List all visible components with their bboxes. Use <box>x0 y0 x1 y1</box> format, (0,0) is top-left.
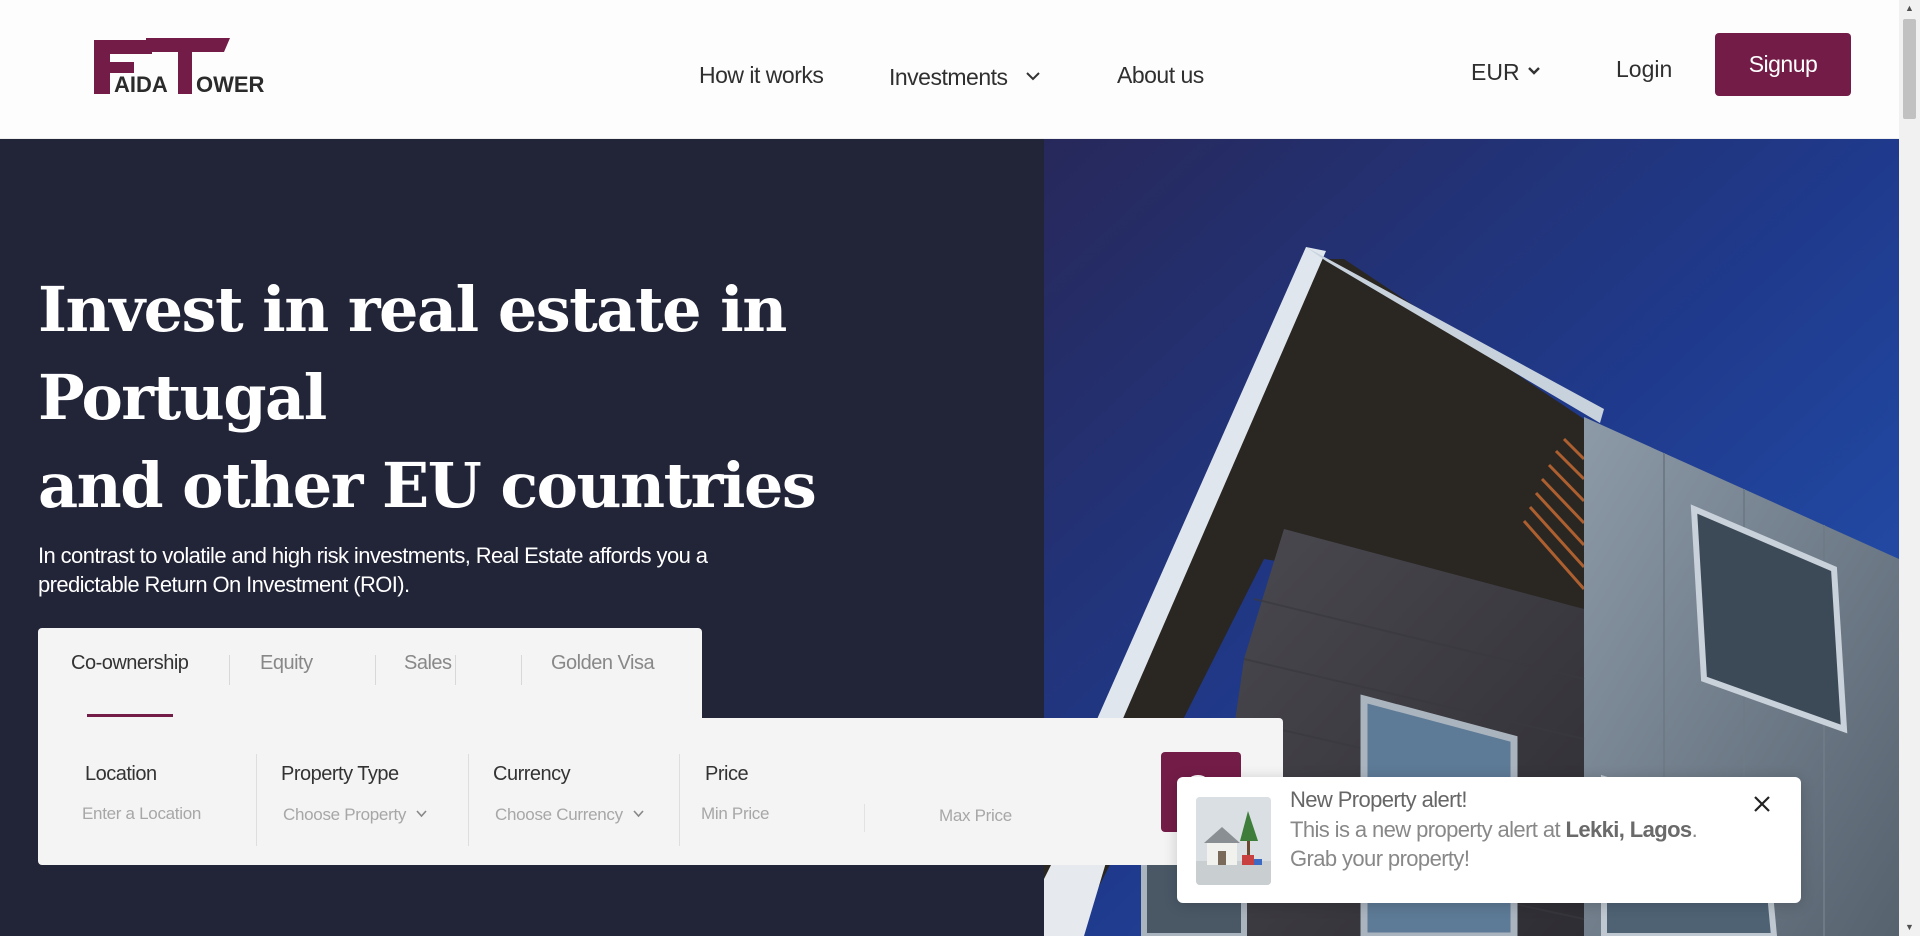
active-tab-indicator <box>87 714 173 717</box>
site-header: AIDA OWER How it works Investments About… <box>0 0 1899 139</box>
tab-divider <box>521 655 522 685</box>
chevron-down-icon <box>633 804 644 818</box>
close-icon[interactable] <box>1749 791 1775 817</box>
property-type-select[interactable]: Choose Property <box>283 804 427 825</box>
notification-body: This is a new property alert at Lekki, L… <box>1290 815 1740 873</box>
scrollbar-thumb[interactable] <box>1903 19 1916 119</box>
max-price-input[interactable]: Max Price <box>939 806 1012 826</box>
hero-subtitle-line-2: predictable Return On Investment (ROI). <box>38 572 410 597</box>
property-search-form: Location Enter a Location Property Type … <box>38 718 1283 865</box>
currency-select-value: Choose Currency <box>495 805 623 824</box>
min-price-input[interactable]: Min Price <box>701 804 769 824</box>
property-type-value: Choose Property <box>283 805 407 824</box>
hero-title: Invest in real estate in Portugal and ot… <box>38 266 1038 530</box>
tab-divider <box>229 655 230 685</box>
field-divider <box>468 754 469 846</box>
scroll-down-arrow-icon[interactable]: ▼ <box>1899 919 1920 936</box>
currency-select[interactable]: Choose Currency <box>495 804 644 825</box>
hero-title-line-1: Invest in real estate in Portugal <box>38 273 787 434</box>
nav-investments-label: Investments <box>889 64 1008 90</box>
logo-graphic: AIDA OWER <box>94 38 265 96</box>
signup-button[interactable]: Signup <box>1715 33 1851 96</box>
tab-golden-visa[interactable]: Golden Visa <box>551 652 655 675</box>
price-divider <box>864 804 865 832</box>
page-scrollbar[interactable]: ▲ ▼ <box>1899 0 1920 936</box>
hero-subtitle-line-1: In contrast to volatile and high risk in… <box>38 543 708 568</box>
notification-body-prefix: This is a new property alert at <box>1290 817 1566 842</box>
tab-divider <box>375 655 376 685</box>
notification-title: New Property alert! <box>1290 787 1467 812</box>
logo-word-ower: OWER <box>196 72 265 96</box>
chevron-down-icon <box>416 804 427 818</box>
tab-co-ownership[interactable]: Co-ownership <box>71 652 189 675</box>
house-thumbnail <box>1196 797 1271 885</box>
login-link[interactable]: Login <box>1616 56 1672 83</box>
chevron-down-icon <box>1025 62 1040 81</box>
currency-label: EUR <box>1471 59 1520 85</box>
chevron-down-icon <box>1527 56 1540 75</box>
new-property-notification: New Property alert! This is a new proper… <box>1177 777 1801 903</box>
logo-word-aida: AIDA <box>114 72 168 96</box>
scroll-up-arrow-icon[interactable]: ▲ <box>1899 0 1920 17</box>
tab-divider <box>455 655 456 685</box>
notification-location: Lekki, Lagos <box>1565 817 1692 842</box>
hero-subtitle: In contrast to volatile and high risk in… <box>38 541 738 599</box>
field-divider <box>679 754 680 846</box>
field-divider <box>256 754 257 846</box>
price-label: Price <box>705 763 749 785</box>
hero-title-line-2: and other EU countries <box>38 449 817 522</box>
property-type-label: Property Type <box>281 763 399 785</box>
location-label: Location <box>85 763 157 785</box>
nav-investments[interactable]: Investments <box>889 62 1040 91</box>
currency-selector[interactable]: EUR <box>1471 56 1540 86</box>
tab-sales[interactable]: Sales <box>404 652 452 675</box>
nav-how-it-works[interactable]: How it works <box>699 62 824 89</box>
investment-type-tabs: Co-ownership Equity Sales Golden Visa <box>38 628 702 720</box>
tab-equity[interactable]: Equity <box>260 652 313 675</box>
currency-field-label: Currency <box>493 763 571 785</box>
nav-about-us[interactable]: About us <box>1117 62 1204 89</box>
location-input[interactable]: Enter a Location <box>82 804 201 824</box>
faida-tower-logo[interactable]: AIDA OWER <box>94 38 270 96</box>
